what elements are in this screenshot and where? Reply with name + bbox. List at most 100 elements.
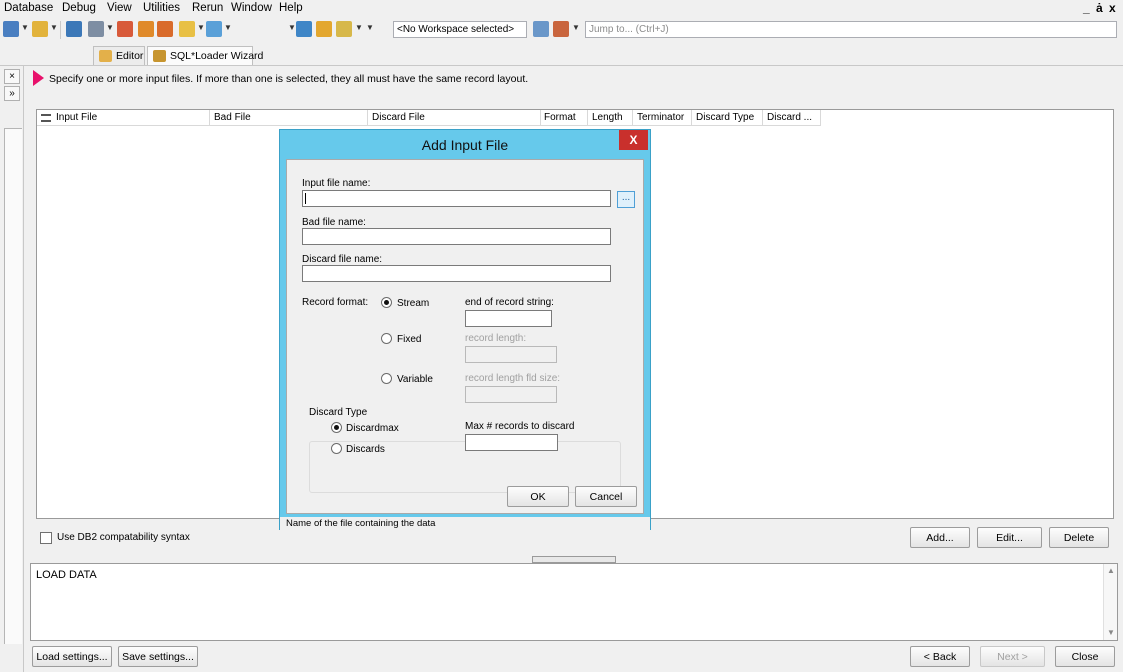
dropdown-arrow-icon[interactable]: ▼ <box>106 23 114 32</box>
edit-button[interactable]: Edit... <box>977 527 1042 548</box>
splitter-handle[interactable] <box>532 556 616 563</box>
expand-panel-icon[interactable]: » <box>4 86 20 101</box>
alert-icon[interactable] <box>316 21 332 37</box>
format-variable-label[interactable]: Variable <box>397 374 433 385</box>
minimize-icon[interactable]: _ <box>1083 1 1090 15</box>
dropdown-arrow-icon[interactable]: ▼ <box>197 23 205 32</box>
save-icon[interactable] <box>66 21 82 37</box>
browse-button[interactable]: ... <box>617 191 635 208</box>
format-stream-label[interactable]: Stream <box>397 298 429 309</box>
dropdown-arrow-icon[interactable]: ▼ <box>50 23 58 32</box>
column-divider <box>632 110 633 126</box>
workspace-remove-icon[interactable] <box>553 21 569 37</box>
menu-database[interactable]: Database <box>4 2 53 14</box>
column-divider <box>587 110 588 126</box>
tab-editor[interactable]: Editor <box>93 46 145 65</box>
max-discard-field[interactable] <box>465 434 558 451</box>
execute-icon[interactable] <box>117 21 133 37</box>
editor-icon <box>99 50 112 62</box>
column-bad-file[interactable]: Bad File <box>214 112 251 123</box>
column-terminator[interactable]: Terminator <box>637 112 684 123</box>
dropdown-arrow-icon[interactable]: ▼ <box>288 23 296 32</box>
column-discard-more[interactable]: Discard ... <box>767 112 812 123</box>
sql-preview[interactable]: LOAD DATA ▲ ▼ <box>30 563 1118 641</box>
menu-rerun[interactable]: Rerun <box>192 2 223 14</box>
left-gutter: × » <box>0 66 24 672</box>
column-divider <box>367 110 368 126</box>
tools-icon[interactable] <box>206 21 222 37</box>
discard-file-field[interactable] <box>302 265 611 282</box>
bad-file-field[interactable] <box>302 228 611 245</box>
dialog-close-icon[interactable]: X <box>619 130 648 150</box>
tab-label: Editor <box>116 50 144 62</box>
scroll-down-icon[interactable]: ▼ <box>1107 628 1115 637</box>
discard-type-label: Discard Type <box>309 407 368 418</box>
tab-sql-loader-wizard[interactable]: SQL*Loader Wizard <box>147 46 263 65</box>
format-fixed-label[interactable]: Fixed <box>397 334 421 345</box>
add-button[interactable]: Add... <box>910 527 970 548</box>
record-length-label: record length: <box>465 333 527 344</box>
instruction-arrow-icon <box>33 70 44 86</box>
dialog-status-text: Name of the file containing the data <box>280 517 650 530</box>
workspace-icon[interactable] <box>533 21 549 37</box>
next-button: Next > <box>980 646 1045 667</box>
user-alt-icon[interactable] <box>157 21 173 37</box>
discards-label[interactable]: Discards <box>346 444 385 455</box>
editor-tool-icon[interactable] <box>88 21 104 37</box>
ok-button[interactable]: OK <box>507 486 569 507</box>
cancel-button[interactable]: Cancel <box>575 486 637 507</box>
dropdown-arrow-icon[interactable]: ▼ <box>572 23 580 32</box>
record-length-fld-label: record length fld size: <box>465 373 561 384</box>
schema-icon[interactable] <box>179 21 195 37</box>
column-length[interactable]: Length <box>592 112 623 123</box>
format-variable-radio[interactable] <box>381 373 392 384</box>
max-discard-label: Max # records to discard <box>465 421 575 432</box>
column-divider <box>691 110 692 126</box>
dropdown-arrow-icon[interactable]: ▼ <box>21 23 29 32</box>
column-format[interactable]: Format <box>544 112 576 123</box>
dropdown-arrow-icon[interactable]: ▼ <box>366 23 374 32</box>
discardmax-label[interactable]: Discardmax <box>346 423 399 434</box>
close-window-icon[interactable]: x <box>1109 1 1116 15</box>
add-input-file-dialog: Add Input File X Input file name: ... Ba… <box>279 129 651 530</box>
sql-preview-scrollbar[interactable]: ▲ ▼ <box>1103 564 1117 640</box>
column-input-file[interactable]: Input File <box>56 112 97 123</box>
text-caret <box>305 193 306 204</box>
menu-view[interactable]: View <box>107 2 132 14</box>
tab-bar: Editor SQL*Loader Wizard <box>0 44 1123 66</box>
menu-utilities[interactable]: Utilities <box>143 2 180 14</box>
dropdown-arrow-icon[interactable]: ▼ <box>355 23 363 32</box>
eor-field[interactable] <box>465 310 552 327</box>
discards-radio[interactable] <box>331 443 342 454</box>
close-panel-icon[interactable]: × <box>4 69 20 84</box>
column-discard-type[interactable]: Discard Type <box>696 112 754 123</box>
db2-syntax-checkbox[interactable] <box>40 532 52 544</box>
format-stream-radio[interactable] <box>381 297 392 308</box>
back-button[interactable]: < Back <box>910 646 970 667</box>
delete-button[interactable]: Delete <box>1049 527 1109 548</box>
database-icon[interactable] <box>296 21 312 37</box>
jump-to-input[interactable]: Jump to... (Ctrl+J) <box>585 21 1117 38</box>
scroll-up-icon[interactable]: ▲ <box>1107 566 1115 575</box>
sql-loader-icon <box>153 50 166 62</box>
input-file-field[interactable] <box>302 190 611 207</box>
menu-help[interactable]: Help <box>279 2 303 14</box>
user-icon[interactable] <box>138 21 154 37</box>
menu-window[interactable]: Window <box>231 2 272 14</box>
grid-menu-icon[interactable] <box>41 114 51 122</box>
dropdown-arrow-icon[interactable]: ▼ <box>224 23 232 32</box>
restore-icon[interactable]: ȧ <box>1096 1 1103 15</box>
menu-debug[interactable]: Debug <box>62 2 96 14</box>
connect-icon[interactable] <box>32 21 48 37</box>
format-fixed-radio[interactable] <box>381 333 392 344</box>
new-window-icon[interactable] <box>3 21 19 37</box>
discardmax-radio[interactable] <box>331 422 342 433</box>
instruction-text: Specify one or more input files. If more… <box>49 73 529 85</box>
schema-browser-icon[interactable] <box>336 21 352 37</box>
workspace-select[interactable]: <No Workspace selected> <box>393 21 527 38</box>
column-discard-file[interactable]: Discard File <box>372 112 425 123</box>
close-button[interactable]: Close <box>1055 646 1115 667</box>
tab-label: SQL*Loader Wizard <box>170 50 264 62</box>
load-settings-button[interactable]: Load settings... <box>32 646 112 667</box>
save-settings-button[interactable]: Save settings... <box>118 646 198 667</box>
